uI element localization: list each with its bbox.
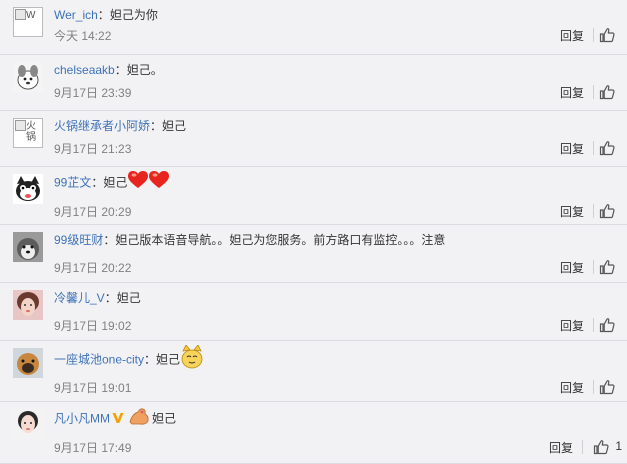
comment-text: 妲己 xyxy=(162,119,187,133)
comment-line: 99芷文：妲己 xyxy=(54,171,170,196)
vip-badge-icon[interactable] xyxy=(112,409,124,431)
thumbs-up-icon[interactable] xyxy=(599,259,615,275)
thumbs-up-icon[interactable] xyxy=(593,439,609,455)
comment-line: chelseaakb：妲己。 xyxy=(54,59,163,81)
user-name-link[interactable]: 火锅继承者小阿娇 xyxy=(54,119,150,133)
heart-emoticon xyxy=(128,171,149,196)
user-name-link[interactable]: 99级旺财 xyxy=(54,233,103,247)
comment-text: 妲己 xyxy=(156,352,181,367)
comment-text: 妲己 xyxy=(116,291,141,305)
user-name-link[interactable]: Wer_ich xyxy=(54,8,98,22)
reply-button[interactable]: 回复 xyxy=(560,27,584,44)
reply-button[interactable]: 回复 xyxy=(560,317,584,334)
comment-item: W Wer_ich：妲己为你今天 14:22 回复 xyxy=(0,0,627,55)
comment-line: 冷馨儿_V：妲己 xyxy=(54,287,141,309)
action-divider xyxy=(593,260,594,274)
user-name-link[interactable]: 冷馨儿_V xyxy=(54,291,105,305)
flexing-arm-emoticon xyxy=(128,406,150,433)
reply-button[interactable]: 回复 xyxy=(560,259,584,276)
action-divider xyxy=(582,440,583,454)
user-name-link[interactable]: chelseaakb xyxy=(54,63,115,77)
comment-line: 99级旺财：妲己版本语音导航。。妲己为您服务。前方路口有监控。。。注意 xyxy=(54,229,445,251)
comment-list: W Wer_ich：妲己为你 今天 14:22 回复 chelseaakb：妲己。 9月1… xyxy=(0,0,627,464)
action-divider xyxy=(593,28,594,42)
comment-text: 妲己版本语音导航。。妲己为您服务。前方路口有监控。。。注意 xyxy=(115,233,446,247)
comment-time: 9月17日 19:01 xyxy=(54,381,132,395)
heart-emoticon xyxy=(149,171,170,196)
broken-image-icon: W xyxy=(13,7,43,37)
comment-time: 今天 14:22 xyxy=(54,29,112,43)
reply-button[interactable]: 回复 xyxy=(560,84,584,101)
thumbs-up-icon[interactable] xyxy=(599,203,615,219)
comment-line: Wer_ich：妲己为你 xyxy=(54,4,158,26)
comment-line: 一座城池one-city：妲己 xyxy=(54,344,203,369)
thumbs-up-icon[interactable] xyxy=(599,84,615,100)
comment-time: 9月17日 20:29 xyxy=(54,205,132,219)
comment-item: 凡小凡MM 妲己 9月17日 17:49 回复 1 xyxy=(0,402,627,464)
broken-image-icon: 火锅 xyxy=(13,118,43,148)
avatar[interactable] xyxy=(13,174,43,204)
colon-separator: ： xyxy=(91,175,104,190)
reply-button[interactable]: 回复 xyxy=(549,439,573,456)
action-divider xyxy=(593,318,594,332)
thumbs-up-icon[interactable] xyxy=(599,140,615,156)
user-name-link[interactable]: 一座城池one-city xyxy=(54,353,144,367)
avatar[interactable]: 火锅 xyxy=(13,118,43,148)
avatar[interactable] xyxy=(13,409,43,439)
cat-face-emoticon xyxy=(181,344,203,376)
action-divider xyxy=(593,85,594,99)
comment-time: 9月17日 19:02 xyxy=(54,319,132,333)
colon-separator: ： xyxy=(144,352,157,367)
avatar[interactable] xyxy=(13,62,43,92)
comment-time: 9月17日 17:49 xyxy=(54,441,132,455)
avatar[interactable] xyxy=(13,348,43,378)
user-name-link[interactable]: 99芷文 xyxy=(54,176,91,190)
thumbs-up-icon[interactable] xyxy=(599,379,615,395)
comment-item: chelseaakb：妲己。 9月17日 23:39 回复 xyxy=(0,55,627,111)
comment-item: 99芷文：妲己 9月17日 20:29 回复 xyxy=(0,167,627,225)
comment-time: 9月17日 23:39 xyxy=(54,86,132,100)
action-divider xyxy=(593,204,594,218)
colon-separator: ： xyxy=(104,291,117,305)
thumbs-up-icon[interactable] xyxy=(599,317,615,333)
comment-text: 妲己 xyxy=(103,175,128,190)
comment-line: 凡小凡MM 妲己 xyxy=(54,406,176,428)
comment-item: 冷馨儿_V：妲己 9月17日 19:02 回复 xyxy=(0,283,627,341)
colon-separator: ： xyxy=(97,8,110,22)
comment-time: 9月17日 21:23 xyxy=(54,142,132,156)
comment-item: 一座城池one-city：妲己 9月17日 19:01 回复 xyxy=(0,341,627,402)
comment-item: 火锅 火锅继承者小阿娇：妲己 9月17日 21:23 回复 xyxy=(0,111,627,167)
reply-button[interactable]: 回复 xyxy=(560,140,584,157)
reply-button[interactable]: 回复 xyxy=(560,203,584,220)
avatar[interactable] xyxy=(13,232,43,262)
avatar[interactable]: W xyxy=(13,7,43,37)
comment-line: 火锅继承者小阿娇：妲己 xyxy=(54,115,186,137)
user-name-link[interactable]: 凡小凡MM xyxy=(54,412,110,426)
comment-text: 妲己 xyxy=(152,411,177,426)
reply-button[interactable]: 回复 xyxy=(560,379,584,396)
like-count: 1 xyxy=(615,439,622,453)
thumbs-up-icon[interactable] xyxy=(599,27,615,43)
colon-separator: ： xyxy=(150,119,163,133)
comment-item: 99级旺财：妲己版本语音导航。。妲己为您服务。前方路口有监控。。。注意 9月17日… xyxy=(0,225,627,283)
colon-separator: ： xyxy=(114,63,127,77)
action-divider xyxy=(593,141,594,155)
colon-separator: ： xyxy=(103,233,116,247)
avatar[interactable] xyxy=(13,290,43,320)
comment-time: 9月17日 20:22 xyxy=(54,261,132,275)
comment-text: 妲己。 xyxy=(126,63,163,77)
comment-text: 妲己为你 xyxy=(109,8,158,22)
action-divider xyxy=(593,380,594,394)
